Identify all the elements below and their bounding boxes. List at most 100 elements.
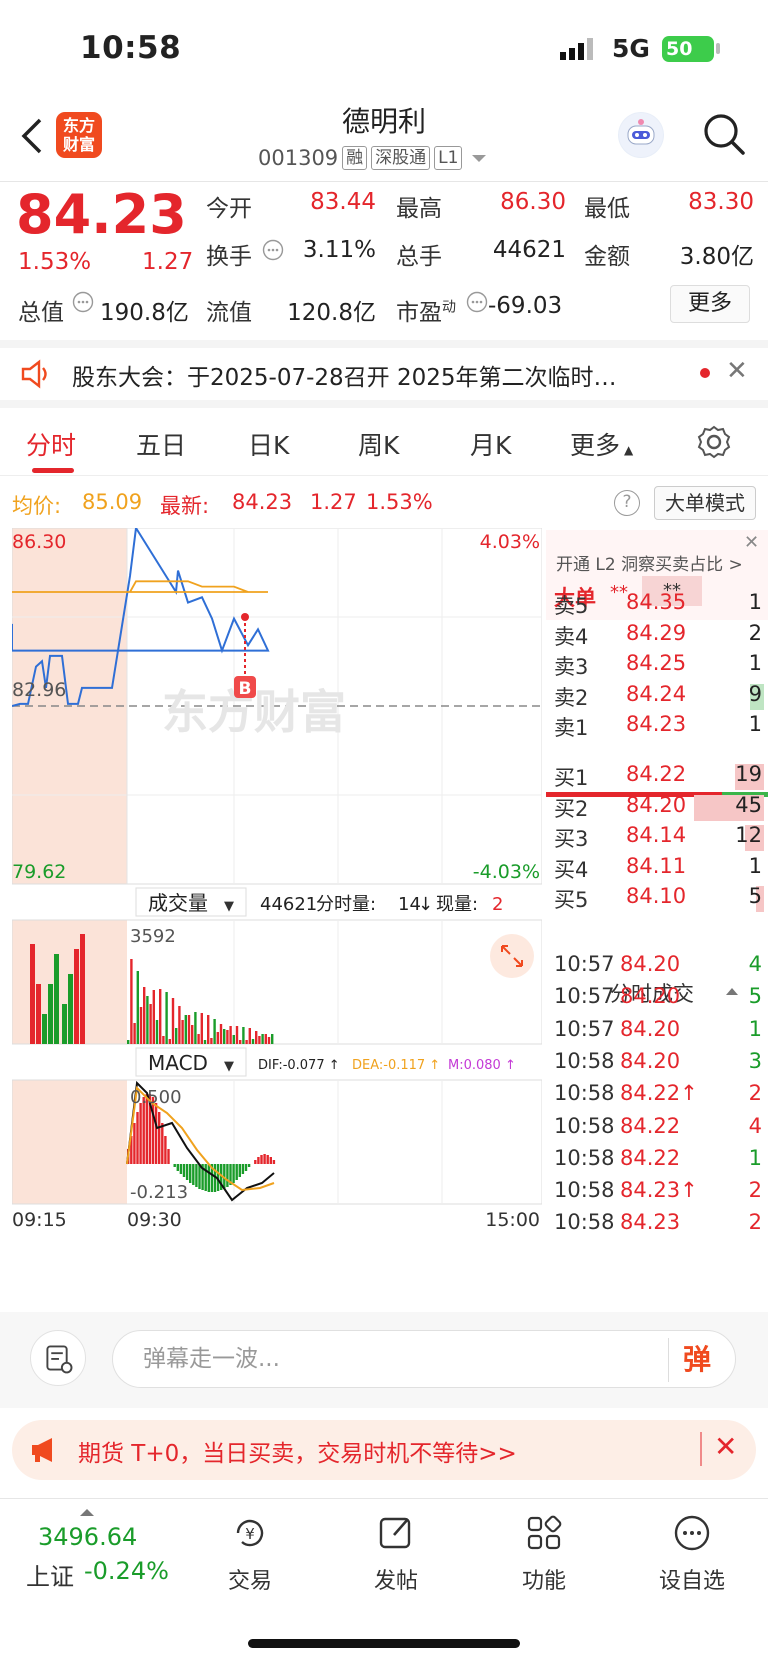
sell-row[interactable]: 卖1 84.23 1 <box>546 712 768 744</box>
volume-bar <box>264 1034 267 1044</box>
trade-time: 10:58 <box>554 1145 615 1170</box>
sell-row[interactable]: 卖4 84.29 2 <box>546 621 768 653</box>
tab-daily-k[interactable]: 日K <box>248 426 289 462</box>
notice-bar[interactable]: 股东大会：于2025-07-28召开 2025年第二次临时… ✕ <box>0 340 768 408</box>
trade-row: 10:57 84.20 5 <box>546 984 768 1016</box>
more-button[interactable]: 更多 <box>670 285 750 323</box>
info-dots-icon[interactable] <box>466 291 488 313</box>
float-value: 120.8亿 <box>287 300 376 326</box>
nav-post[interactable]: 发帖 <box>346 1513 446 1595</box>
macd-bar <box>133 1123 136 1164</box>
latest-label: 最新: <box>160 494 210 518</box>
low-label: 最低 <box>584 196 630 222</box>
trade-price: 84.20 <box>620 1016 681 1041</box>
marker-dot <box>241 613 249 621</box>
nav-add-watchlist[interactable]: 设自选 <box>642 1513 742 1595</box>
y-min-label: 79.62 <box>12 861 66 883</box>
volume-bar <box>213 1019 216 1044</box>
intraday-chart[interactable]: 东方财富 B 86.30 82.96 79.62 4.03% -4.03% 成交… <box>12 528 542 1310</box>
index-change[interactable]: -0.24% <box>84 1557 169 1585</box>
close-icon[interactable]: ✕ <box>714 1430 737 1463</box>
close-icon[interactable]: ✕ <box>726 356 748 386</box>
row-price: 84.14 <box>626 823 687 847</box>
info-dots-icon[interactable] <box>262 239 284 261</box>
chevron-down-icon: ▼ <box>224 899 234 914</box>
quote-panel: 84.23 1.53% 1.27 今开 83.44 最高 86.30 最低 83… <box>0 183 768 338</box>
sell-row[interactable]: 卖2 84.24 9 <box>546 682 768 714</box>
row-price: 84.10 <box>626 884 687 908</box>
buy-row[interactable]: 买3 84.14 12 <box>546 823 768 855</box>
pre-market-shade <box>12 1080 127 1204</box>
signal-icon <box>560 38 593 60</box>
tab-weekly-k[interactable]: 周K <box>358 426 399 462</box>
tab-more[interactable]: 更多 ▲ <box>570 426 633 462</box>
macd-selector-label: MACD <box>148 1051 208 1075</box>
nav-functions[interactable]: 功能 <box>494 1513 594 1595</box>
help-icon[interactable]: ? <box>614 490 640 516</box>
tab-intraday[interactable]: 分时 <box>26 426 76 462</box>
status-bar: 10:58 5G 50 <box>0 0 768 100</box>
volume-bar <box>30 944 35 1044</box>
macd-bar <box>266 1155 269 1164</box>
row-volume: 1 <box>748 651 762 675</box>
danmu-input[interactable]: 弹幕走一波... <box>112 1330 736 1388</box>
volume-bar <box>271 1034 274 1044</box>
volume-bar <box>54 954 59 1044</box>
stock-code-row[interactable]: 001309 融 深股通 L1 <box>258 144 487 172</box>
volume-bar <box>130 959 133 1044</box>
big-order-mode-button[interactable]: 大单模式 <box>654 486 756 520</box>
nav-functions-label: 功能 <box>521 1569 566 1594</box>
battery-icon: 50 <box>662 36 714 62</box>
danmu-send-button[interactable]: 弹 <box>668 1338 712 1382</box>
macd-bar <box>164 1136 167 1164</box>
sell-row[interactable]: 卖3 84.25 1 <box>546 651 768 683</box>
volume-bar <box>194 1012 197 1044</box>
trade-volume: 1 <box>748 1145 762 1170</box>
search-icon[interactable] <box>702 112 746 156</box>
gear-icon[interactable] <box>696 424 732 460</box>
info-dots-icon[interactable] <box>72 291 94 313</box>
buy-row[interactable]: 买4 84.11 1 <box>546 854 768 886</box>
futures-promo-banner[interactable]: 期货 T+0，当日买卖，交易时机不等待>> ✕ <box>12 1420 756 1480</box>
y-max-label: 86.30 <box>12 531 66 553</box>
buy-row[interactable]: 买5 84.10 5 <box>546 884 768 916</box>
trade-time: 10:57 <box>554 1016 615 1041</box>
index-value[interactable]: 3496.64 <box>38 1523 137 1551</box>
order-book: 开通 L2 洞察买卖占比 > ✕ 大单 ** ** 卖5 84.35 1 卖4 84.2… <box>546 530 768 1310</box>
buy-row[interactable]: 买1 84.22 19 <box>546 762 768 794</box>
expand-button[interactable] <box>490 934 534 978</box>
macd-bar <box>167 1149 170 1164</box>
trade-volume: 2 <box>748 1210 762 1235</box>
chevron-up-icon[interactable] <box>80 1509 94 1516</box>
now-volume-label: 现量: <box>436 894 478 915</box>
nav-trade[interactable]: ¥ 交易 <box>200 1513 300 1595</box>
notes-icon[interactable] <box>30 1330 86 1386</box>
volume-bar <box>171 998 175 1044</box>
stock-code: 001309 <box>258 146 339 170</box>
tab-underline <box>32 468 74 473</box>
macd-bar <box>136 1112 139 1164</box>
tab-monthly-k[interactable]: 月K <box>470 426 511 462</box>
trade-volume: 5 <box>748 984 762 1009</box>
volume-bar <box>68 974 73 1044</box>
volume-bar <box>155 1020 159 1044</box>
trade-price: 84.22 <box>620 1113 681 1138</box>
buy-row[interactable]: 买2 84.20 45 <box>546 793 768 825</box>
pct-max-label: 4.03% <box>480 531 540 553</box>
trade-row: 10:58 84.20 3 <box>546 1049 768 1081</box>
assistant-robot-icon[interactable] <box>618 112 664 158</box>
row-label: 卖3 <box>554 655 589 679</box>
volume-bar <box>62 1004 67 1044</box>
row-label: 卖5 <box>554 594 589 618</box>
close-icon[interactable]: ✕ <box>744 532 759 553</box>
volume-bar <box>146 996 149 1044</box>
trade-time: 10:58 <box>554 1210 615 1235</box>
volume-bar <box>184 1015 187 1044</box>
index-name[interactable]: 上证 <box>26 1557 74 1592</box>
tab-five-day[interactable]: 五日 <box>136 426 186 462</box>
unread-dot <box>700 368 710 378</box>
sell-row[interactable]: 卖5 84.35 1 <box>546 590 768 622</box>
tag-margin: 融 <box>342 146 368 170</box>
macd-axis-top: 0.500 <box>130 1087 182 1108</box>
grid-icon <box>527 1515 562 1550</box>
